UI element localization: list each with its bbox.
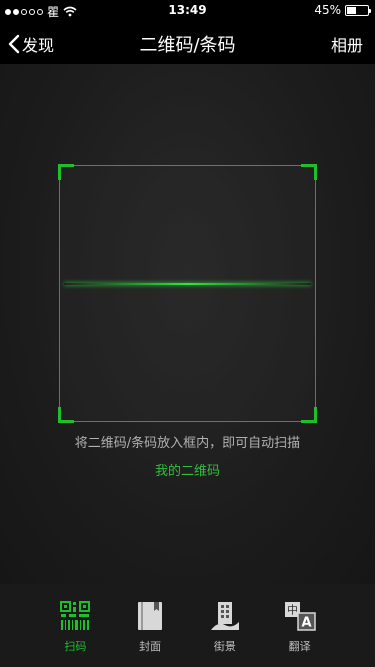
battery-percent: 45% <box>314 3 341 17</box>
scan-frame <box>58 164 317 423</box>
camera-viewfinder: 将二维码/条码放入框内，即可自动扫描 我的二维码 <box>0 64 375 584</box>
svg-text:中: 中 <box>287 604 298 617</box>
navigation-bar: 发现 二维码/条码 相册 <box>0 20 375 64</box>
battery-level <box>347 6 356 14</box>
scan-corner-bottom-right <box>301 407 317 423</box>
tab-street-view[interactable]: 街景 <box>199 584 251 667</box>
tab-scan-label: 扫码 <box>64 640 87 653</box>
qr-scan-icon <box>59 600 91 632</box>
street-view-icon <box>209 600 241 632</box>
status-right: 45% <box>314 3 371 17</box>
my-qr-code-link[interactable]: 我的二维码 <box>0 460 375 479</box>
tab-bar: 扫码 封面 街景 中 A 翻译 <box>0 584 375 667</box>
book-cover-icon <box>134 600 166 632</box>
tab-translate[interactable]: 中 A 翻译 <box>274 584 326 667</box>
tab-scan[interactable]: 扫码 <box>49 584 101 667</box>
tab-cover-label: 封面 <box>139 640 162 653</box>
scan-corner-top-right <box>301 164 317 180</box>
svg-text:A: A <box>301 616 311 631</box>
status-bar: 瞿 13:49 45% <box>0 0 375 20</box>
tab-street-view-label: 街景 <box>213 640 236 653</box>
scan-hint-text: 将二维码/条码放入框内，即可自动扫描 <box>74 436 301 451</box>
tab-cover[interactable]: 封面 <box>124 584 176 667</box>
tab-translate-label: 翻译 <box>288 640 311 653</box>
scan-line <box>64 283 311 285</box>
album-button[interactable]: 相册 <box>331 32 363 56</box>
scan-corner-bottom-left <box>58 407 74 423</box>
translate-icon: 中 A <box>284 600 316 632</box>
battery-icon <box>345 4 371 16</box>
page-title: 二维码/条码 <box>139 35 236 56</box>
scan-corner-top-left <box>58 164 74 180</box>
